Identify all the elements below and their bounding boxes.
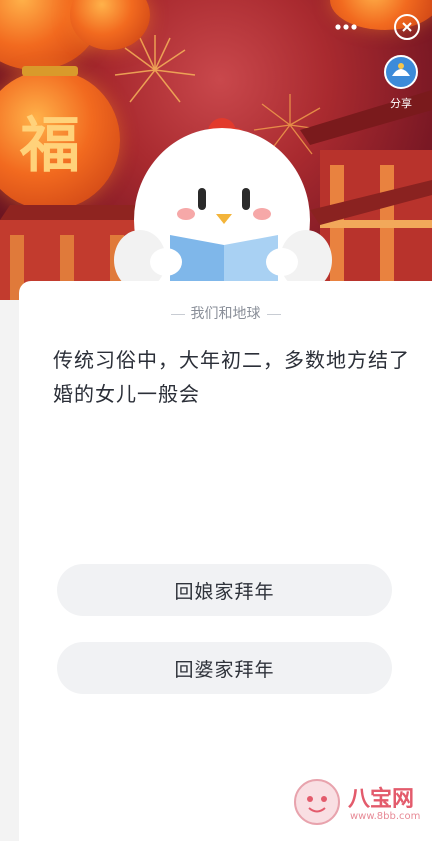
fu-character: 福 xyxy=(20,110,80,181)
watermark-text: 八宝网 xyxy=(348,787,415,812)
answer-option-label: 回婆家拜年 xyxy=(174,658,275,681)
watermark-url: www.8bb.com xyxy=(350,811,421,822)
more-button[interactable] xyxy=(324,14,368,40)
site-watermark: 八宝网 www.8bb.com xyxy=(292,777,424,833)
share-button[interactable]: 分享 xyxy=(378,54,424,114)
close-button[interactable] xyxy=(394,14,420,40)
fu-lantern: 福 xyxy=(0,66,120,210)
divider xyxy=(266,313,281,315)
share-label: 分享 xyxy=(390,97,412,110)
question-text: 传统习俗中，大年初二，多数地方结了婚的女儿一般会 xyxy=(53,348,410,406)
watermark-logo-icon xyxy=(294,779,340,825)
window-controls xyxy=(324,14,420,40)
close-circle-icon xyxy=(402,22,412,32)
more-dots-icon xyxy=(335,24,357,30)
share-icon xyxy=(384,55,418,89)
chick-mascot xyxy=(114,118,332,300)
source-label: 我们和地球 xyxy=(190,306,261,322)
answer-option-1[interactable]: 回娘家拜年 xyxy=(57,564,392,616)
divider xyxy=(170,313,185,315)
quiz-source: 我们和地球 xyxy=(19,303,432,323)
question-card: 我们和地球 传统习俗中，大年初二，多数地方结了婚的女儿一般会 回娘家拜年 回婆家… xyxy=(19,281,432,841)
festival-banner: 福 分享 xyxy=(0,0,432,300)
answer-option-label: 回娘家拜年 xyxy=(174,580,275,603)
answer-option-2[interactable]: 回婆家拜年 xyxy=(57,642,392,694)
